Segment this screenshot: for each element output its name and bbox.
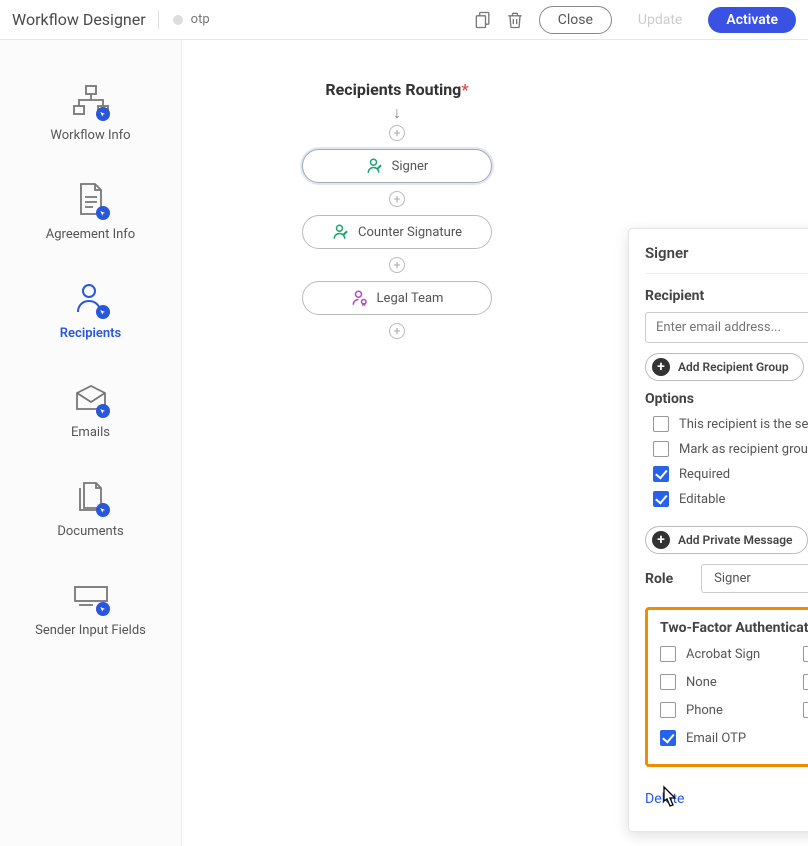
node-label: Signer [392,159,429,174]
option-label: Editable [679,492,725,507]
sidebar-item-label: Documents [57,524,123,539]
sidebar: Workflow Info Agreement Info Recipients … [0,40,182,846]
signer-icon [366,157,384,175]
option-row: Editable [653,491,808,507]
copy-icon[interactable] [469,6,497,34]
recipient-node-legal-team[interactable]: Legal Team [302,281,492,315]
plus-icon: + [652,531,670,549]
role-select[interactable]: Signer [701,564,808,593]
chip-label: Add Recipient Group [678,360,789,374]
checkbox[interactable] [653,416,669,432]
option-label: This recipient is the sender [679,417,808,432]
chip-label: Add Private Message [678,533,793,547]
delete-link[interactable]: Delete [645,791,684,807]
options-label: Options [645,391,808,407]
add-recipient-group-button[interactable]: + Add Recipient Group [645,353,804,381]
recipient-label: Recipient [645,288,808,304]
recipient-node-signer[interactable]: Signer [302,149,492,183]
option-row: Required [653,466,808,482]
checkbox[interactable] [653,491,669,507]
two-factor-auth-section: Two-Factor Authentication (2FA) Acrobat … [645,607,808,767]
sidebar-item-label: Emails [71,425,110,440]
tfa-option: None [660,674,793,690]
canvas: Recipients Routing* ↓ + Signer + Counter… [182,40,808,846]
add-node-button[interactable]: + [389,257,405,273]
add-node-button[interactable]: + [389,323,405,339]
add-node-button[interactable]: + [389,125,405,141]
sidebar-item-recipients[interactable]: Recipients [0,260,181,359]
checkbox[interactable] [660,674,676,690]
sidebar-item-label: Agreement Info [46,227,135,242]
document-icon [70,179,112,221]
tfa-label: Phone [686,703,723,718]
sidebar-item-label: Workflow Info [50,128,130,143]
sidebar-item-label: Sender Input Fields [35,623,146,638]
workflow-name: otp [191,12,210,27]
checkbox[interactable] [803,702,808,718]
tfa-option: Password [803,674,808,690]
add-private-message-button[interactable]: + Add Private Message [645,526,808,554]
plus-icon: + [652,358,670,376]
signer-icon [332,223,350,241]
checkbox[interactable] [660,730,676,746]
checkbox[interactable] [803,674,808,690]
tfa-option: Phone [660,702,793,718]
tfa-option: Acrobat Sign [660,646,793,662]
option-label: Mark as recipient group [679,442,808,457]
checkbox[interactable] [660,702,676,718]
sidebar-item-agreement-info[interactable]: Agreement Info [0,161,181,260]
checkbox[interactable] [653,441,669,457]
sidebar-item-workflow-info[interactable]: Workflow Info [0,62,181,161]
arrow-down-icon: ↓ [393,105,401,121]
certified-icon [351,289,369,307]
add-node-button[interactable]: + [389,191,405,207]
recipient-node-counter-signature[interactable]: Counter Signature [302,215,492,249]
recipient-email-input[interactable] [645,312,808,343]
top-bar: Workflow Designer otp Close Update Activ… [0,0,808,40]
node-label: Counter Signature [358,225,462,240]
input-fields-icon [70,575,112,617]
option-row: Mark as recipient group [653,441,808,457]
close-button[interactable]: Close [539,6,612,34]
checkbox[interactable] [653,466,669,482]
documents-icon [70,476,112,518]
envelope-icon [70,377,112,419]
update-button: Update [620,7,700,33]
status-dot [173,15,183,25]
sidebar-item-documents[interactable]: Documents [0,458,181,557]
tfa-option: KBA [803,646,808,662]
tfa-label: None [686,675,717,690]
trash-icon[interactable] [501,6,529,34]
tfa-option: Government ID [803,702,808,718]
option-row: This recipient is the sender [653,416,808,432]
node-label: Legal Team [377,291,444,306]
option-label: Required [679,467,730,482]
tfa-label: Email OTP [686,731,746,746]
role-label: Role [645,571,673,587]
recipient-properties-panel: Signer Recipient + Add Recipient Group O… [628,228,808,832]
sidebar-item-label: Recipients [60,326,121,341]
tfa-option: Email OTP [660,730,793,746]
tfa-label: Acrobat Sign [686,647,760,662]
sidebar-item-sender-input-fields[interactable]: Sender Input Fields [0,557,181,656]
checkbox[interactable] [660,646,676,662]
tfa-label: Two-Factor Authentication (2FA) [660,620,808,636]
checkbox[interactable] [803,646,808,662]
app-title: Workflow Designer [12,10,159,29]
activate-button[interactable]: Activate [708,7,796,33]
routing-title: Recipients Routing* [297,80,497,99]
person-icon [70,278,112,320]
sidebar-item-emails[interactable]: Emails [0,359,181,458]
panel-title: Signer [645,244,808,262]
workflow-tree-icon [70,80,112,122]
